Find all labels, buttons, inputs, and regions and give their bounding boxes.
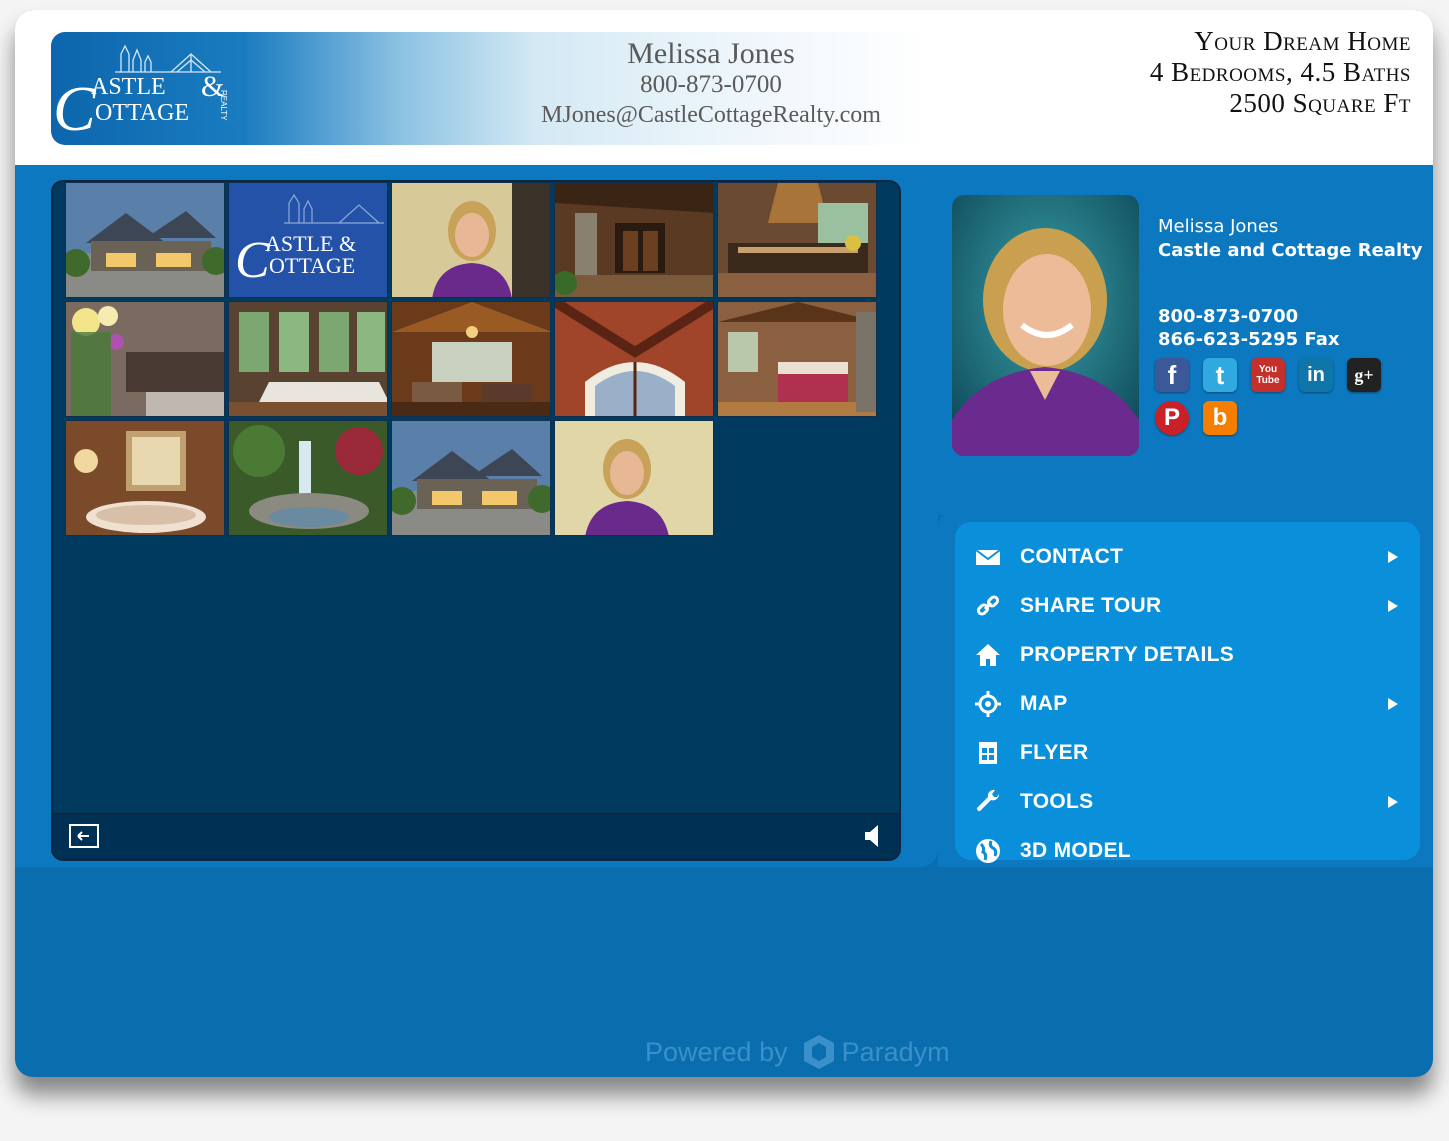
agent-photo (952, 195, 1139, 456)
agent-card-company: Castle and Cottage Realty (1158, 240, 1423, 261)
back-arrow-icon[interactable] (69, 824, 99, 848)
paradym-brand: Paradym (841, 1036, 950, 1067)
thumbnail-vaulted-ceiling[interactable] (554, 301, 714, 417)
thumbnail-waterfall[interactable] (228, 420, 388, 536)
thumbnail-entry[interactable] (554, 182, 714, 298)
menu-property-details[interactable]: PROPERTY DETAILS (955, 630, 1420, 679)
agent-header-info: Melissa Jones 800-873-0700 MJones@Castle… (511, 38, 911, 130)
home-size: 2500 Square Ft (1229, 88, 1411, 118)
agent-card-name: Melissa Jones (1158, 216, 1279, 237)
thumbnail-bathroom[interactable] (65, 420, 225, 536)
thumbnail-dining[interactable] (228, 301, 388, 417)
thumbnail-bedroom[interactable] (717, 301, 877, 417)
thumbnail-agent-portrait-2[interactable] (554, 420, 714, 536)
document-icon (979, 742, 997, 764)
tour-menu: CONTACT SHARE TOUR PROPERTY DETAILS MAP … (955, 522, 1420, 863)
agent-header-phone: 800-873-0700 (640, 71, 782, 98)
agent-card-fax: 866-623-5295 Fax (1158, 329, 1340, 350)
paradym-logo-icon (803, 1035, 834, 1069)
viewer-toolbar (53, 813, 899, 859)
agent-card-phone: 800-873-0700 (1158, 306, 1299, 327)
youtube-icon[interactable]: You Tube (1251, 358, 1285, 392)
blogger-icon[interactable]: b (1203, 401, 1237, 435)
home-title: Your Dream Home (1194, 26, 1411, 56)
crosshair-icon (975, 691, 1001, 717)
link-icon (976, 595, 1000, 616)
wrench-icon (976, 789, 1000, 812)
home-summary: Your Dream Home 4 Bedrooms, 4.5 Baths 25… (1150, 26, 1411, 119)
menu-contact[interactable]: CONTACT (955, 532, 1420, 581)
menu-3d-model[interactable]: 3D MODEL (955, 826, 1420, 875)
pinterest-icon[interactable]: P (1155, 401, 1189, 435)
tour-window: C ASTLE & OTTAGE REALTY Melissa Jones 80… (15, 10, 1433, 1077)
svg-text:ASTLE: ASTLE (91, 74, 166, 100)
menu-share-tour[interactable]: SHARE TOUR (955, 581, 1420, 630)
agent-header-email[interactable]: MJones@CastleCottageRealty.com (511, 100, 911, 130)
globe-icon (976, 839, 1000, 863)
agent-banner: C ASTLE & OTTAGE REALTY Melissa Jones 80… (51, 32, 931, 145)
svg-text:REALTY: REALTY (219, 90, 228, 121)
linkedin-icon[interactable]: in (1299, 358, 1333, 392)
envelope-icon (975, 549, 1001, 565)
home-rooms: 4 Bedrooms, 4.5 Baths (1149, 57, 1411, 87)
google-plus-icon[interactable]: g+ (1347, 358, 1381, 392)
header: C ASTLE & OTTAGE REALTY Melissa Jones 80… (15, 10, 1433, 165)
menu-flyer[interactable]: FLYER (955, 728, 1420, 777)
thumbnail-agent-portrait[interactable] (391, 182, 551, 298)
facebook-icon[interactable]: f (1155, 358, 1189, 392)
home-icon (976, 644, 1000, 666)
photo-viewer: C ASTLE & OTTAGE (51, 180, 901, 861)
menu-tools[interactable]: TOOLS (955, 777, 1420, 826)
agent-header-name: Melissa Jones (627, 37, 795, 70)
powered-by[interactable]: Powered by Paradym (645, 1033, 950, 1071)
chevron-right-icon (1388, 599, 1398, 612)
thumbnail-house-exterior[interactable] (65, 182, 225, 298)
twitter-icon[interactable]: t (1203, 358, 1237, 392)
powered-by-label: Powered by (645, 1036, 788, 1067)
chevron-right-icon (1388, 697, 1398, 710)
svg-text:OTTAGE: OTTAGE (95, 100, 189, 126)
menu-map[interactable]: MAP (955, 679, 1420, 728)
speaker-icon[interactable] (865, 824, 881, 852)
chevron-right-icon (1388, 550, 1398, 563)
agent-card-info: Melissa Jones Castle and Cottage Realty … (1158, 215, 1422, 351)
svg-text:OTTAGE: OTTAGE (269, 253, 355, 278)
thumbnail-kitchen[interactable] (717, 182, 877, 298)
castle-cottage-logo: C ASTLE & OTTAGE REALTY (53, 44, 228, 144)
chevron-right-icon (1388, 795, 1398, 808)
thumbnail-flowers[interactable] (65, 301, 225, 417)
thumbnail-great-room[interactable] (391, 301, 551, 417)
thumbnail-logo[interactable]: C ASTLE & OTTAGE (228, 182, 388, 298)
thumbnail-house-exterior-2[interactable] (391, 420, 551, 536)
